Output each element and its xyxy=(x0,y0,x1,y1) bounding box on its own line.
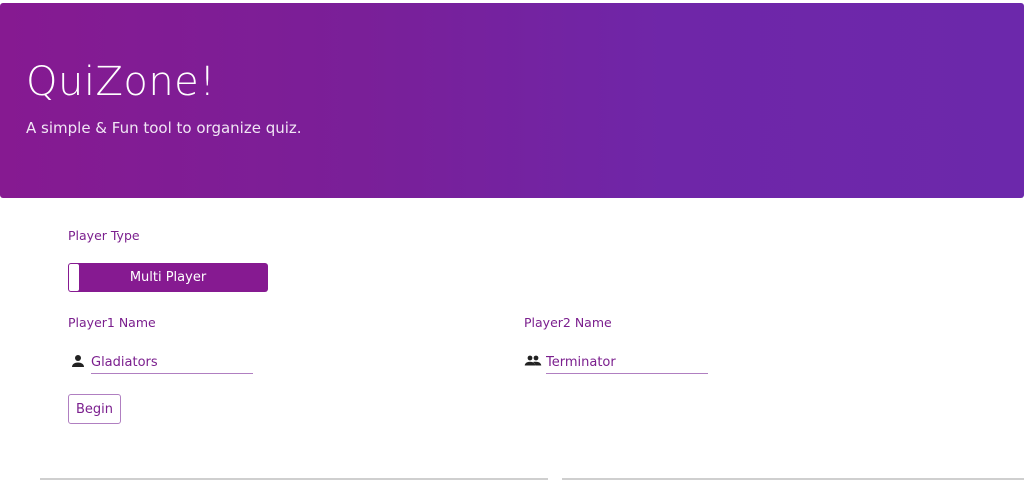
app-page: QuiZone! A simple & Fun tool to organize… xyxy=(0,0,1024,480)
player2-field xyxy=(524,352,708,374)
player-type-toggle[interactable]: Multi Player xyxy=(68,263,268,292)
player-type-label: Player Type xyxy=(68,228,140,243)
player1-field xyxy=(69,352,253,374)
app-title: QuiZone! xyxy=(26,59,216,105)
toggle-label: Multi Player xyxy=(129,270,207,285)
player2-name-input[interactable] xyxy=(546,354,708,374)
app-subtitle: A simple & Fun tool to organize quiz. xyxy=(26,119,302,137)
toggle-knob xyxy=(69,264,79,291)
person-icon xyxy=(72,355,84,367)
player1-name-input[interactable] xyxy=(91,354,253,374)
player2-name-label: Player2 Name xyxy=(524,315,612,330)
player1-name-label: Player1 Name xyxy=(68,315,156,330)
begin-button[interactable]: Begin xyxy=(68,394,121,424)
people-icon xyxy=(524,355,542,366)
header-banner: QuiZone! A simple & Fun tool to organize… xyxy=(0,3,1024,198)
